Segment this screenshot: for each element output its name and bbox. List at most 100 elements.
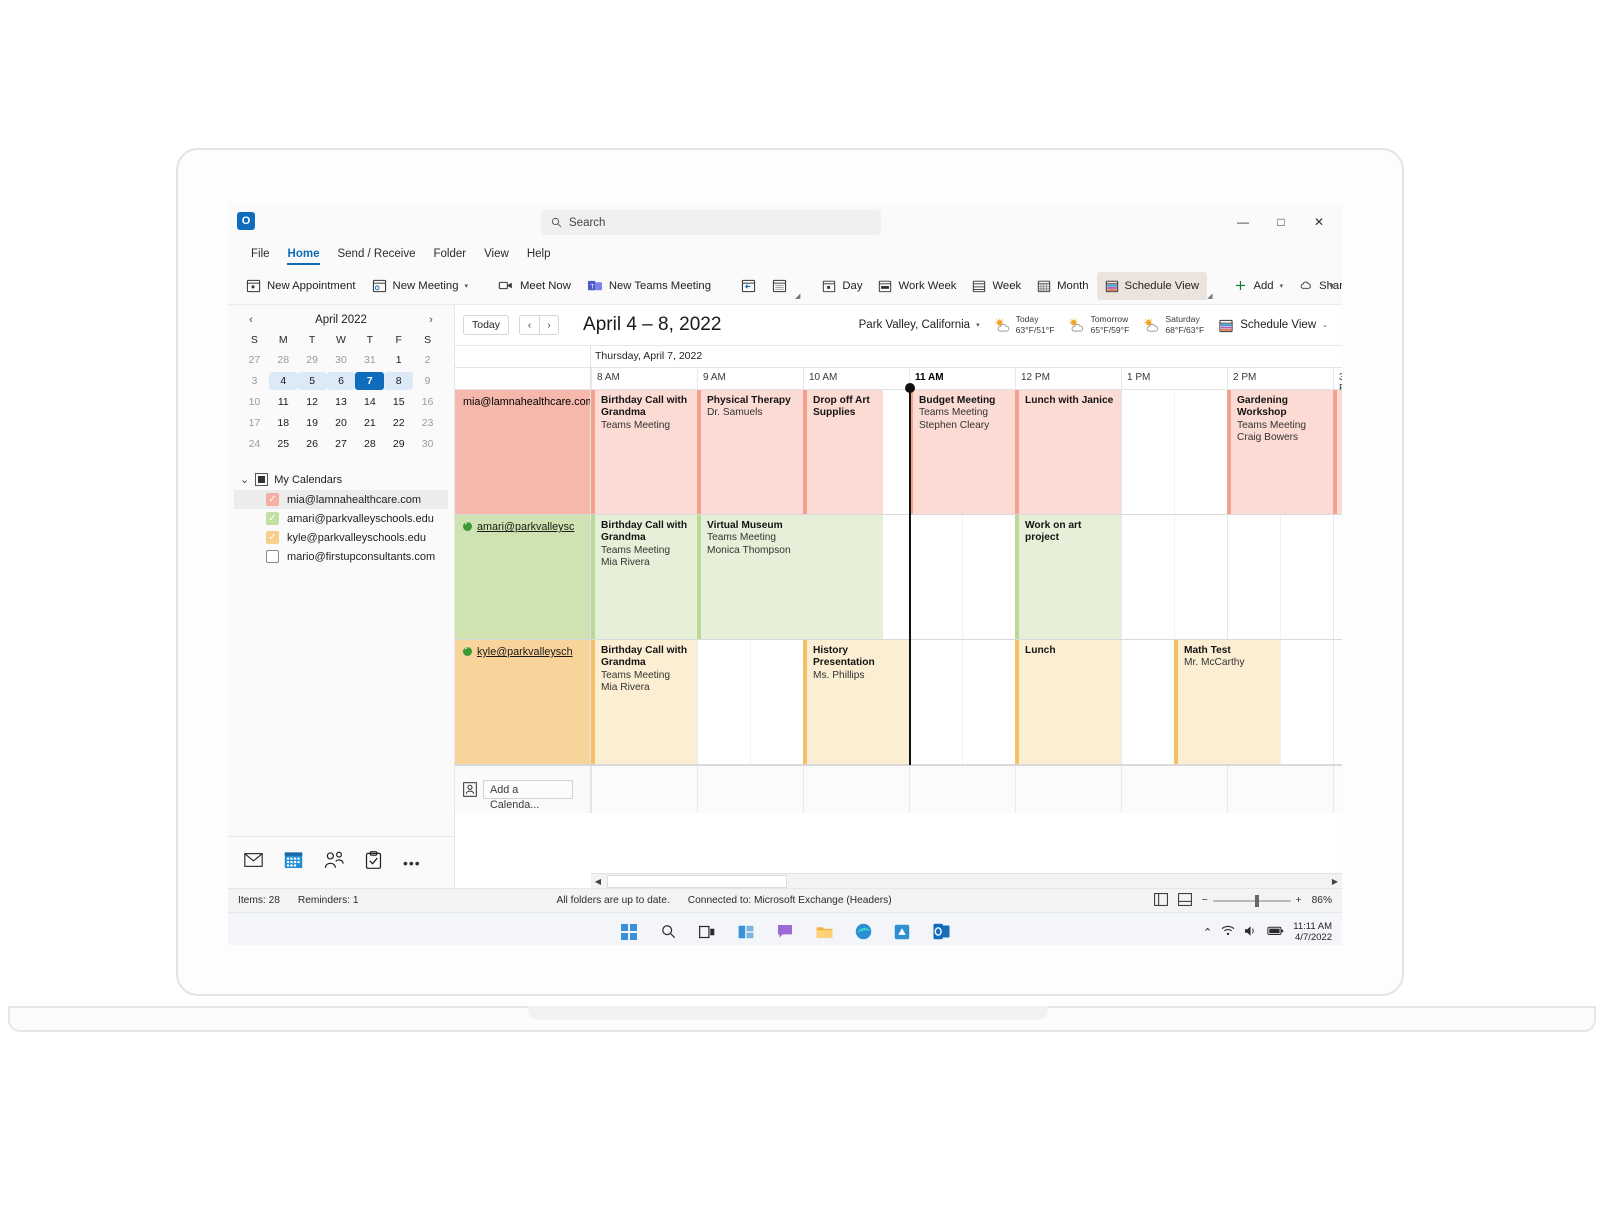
wifi-icon[interactable]: [1221, 925, 1235, 939]
chevron-down-icon[interactable]: ▾: [1280, 282, 1284, 290]
zoom-slider[interactable]: − +: [1202, 894, 1302, 907]
appointment-block[interactable]: Gardening Workshop Teams Meeting Craig Bow…: [1227, 390, 1333, 514]
calendar-list-item-2[interactable]: ✓ kyle@parkvalleyschools.edu: [234, 528, 448, 547]
calendar-list-item-0[interactable]: ✓ mia@lamnahealthcare.com: [234, 490, 448, 509]
today-button[interactable]: Today: [463, 315, 510, 335]
schedule-row-lane[interactable]: Birthday Call with Grandma Teams Meeting P…: [591, 390, 1342, 514]
view-work-week-button[interactable]: Work Week: [870, 272, 964, 300]
start-icon[interactable]: [618, 921, 640, 943]
group-checkbox-icon[interactable]: [255, 473, 269, 486]
zoom-in-button[interactable]: +: [1296, 895, 1302, 906]
scrollbar-thumb[interactable]: [607, 874, 787, 888]
taskbar-clock[interactable]: 11:11 AM 4/7/2022: [1293, 921, 1332, 943]
search-input[interactable]: Search: [541, 210, 881, 235]
horizontal-scrollbar[interactable]: ◀ ▶: [591, 873, 1342, 888]
ribbon-collapse-chevron-icon[interactable]: ▾: [1329, 281, 1334, 292]
mini-calendar-day-26[interactable]: 26: [298, 435, 327, 453]
calendar-icon[interactable]: [284, 851, 303, 874]
weather-tomorrow[interactable]: Tomorrow 65°F/59°F: [1068, 314, 1129, 336]
appointment-block[interactable]: Call Ame: [1333, 390, 1342, 514]
chevron-down-icon[interactable]: ▾: [464, 282, 468, 290]
appointment-block[interactable]: Birthday Call with Grandma Teams Meeting: [591, 390, 697, 514]
mini-calendar-day-31[interactable]: 31: [355, 351, 384, 369]
battery-icon[interactable]: [1267, 926, 1284, 939]
chevron-down-icon[interactable]: ⌄: [240, 473, 249, 486]
view-switcher[interactable]: Schedule View ⌄: [1218, 318, 1328, 333]
calendar-checkbox-icon[interactable]: ✓: [266, 512, 279, 525]
menu-item-home[interactable]: Home: [279, 245, 329, 265]
today-view-button[interactable]: [733, 272, 764, 300]
appointment-block[interactable]: Virtual Museum Teams Meeting Monica Thomps…: [697, 515, 883, 639]
mini-calendar-day-7[interactable]: 7: [355, 372, 385, 390]
file-explorer-icon[interactable]: [813, 921, 835, 943]
mail-icon[interactable]: [244, 853, 263, 872]
minimize-button[interactable]: —: [1224, 208, 1262, 236]
appointment-block[interactable]: Work on art project: [1015, 515, 1121, 639]
calendar-checkbox-icon[interactable]: ✓: [266, 493, 279, 506]
mini-calendar-day-30[interactable]: 30: [413, 435, 442, 453]
meet-now-button[interactable]: Meet Now: [490, 272, 579, 300]
mini-calendar-day-9[interactable]: 9: [413, 372, 442, 390]
view-schedule-button[interactable]: Schedule View: [1096, 271, 1208, 300]
calendar-list-item-3[interactable]: mario@firstupconsultants.com: [234, 547, 448, 566]
close-button[interactable]: ✕: [1300, 208, 1338, 236]
task-view-icon[interactable]: [696, 921, 718, 943]
previous-period-button[interactable]: ‹: [519, 315, 540, 335]
zoom-thumb[interactable]: [1254, 894, 1259, 907]
mini-calendar-next-button[interactable]: ›: [422, 314, 440, 326]
mini-calendar-day-6[interactable]: 6: [326, 372, 356, 390]
menu-item-folder[interactable]: Folder: [424, 245, 475, 263]
mini-calendar-day-27[interactable]: 27: [327, 435, 356, 453]
mini-calendar-day-4[interactable]: 4: [268, 372, 298, 390]
mini-calendar-day-15[interactable]: 15: [384, 393, 413, 411]
add-calendar-button[interactable]: Add ▾: [1226, 272, 1291, 300]
mini-calendar-day-20[interactable]: 20: [327, 414, 356, 432]
schedule-row-label[interactable]: amari@parkvalleysc: [455, 515, 591, 639]
appointment-block[interactable]: Lunch: [1015, 640, 1121, 764]
schedule-row-lane[interactable]: Birthday Call with Grandma Teams Meeting M…: [591, 640, 1342, 764]
arrange-dialog-launcher[interactable]: ◢: [795, 292, 800, 300]
mini-calendar-day-28[interactable]: 28: [269, 351, 298, 369]
menu-item-view[interactable]: View: [475, 245, 518, 263]
mini-calendar-day-22[interactable]: 22: [384, 414, 413, 432]
mini-calendar-day-13[interactable]: 13: [327, 393, 356, 411]
mini-calendar-day-3[interactable]: 3: [240, 372, 269, 390]
scrollbar-track[interactable]: [605, 874, 1328, 889]
calendar-checkbox-icon[interactable]: ✓: [266, 531, 279, 544]
mini-calendar-day-16[interactable]: 16: [413, 393, 442, 411]
menu-item-help[interactable]: Help: [518, 245, 560, 263]
mini-calendar-day-24[interactable]: 24: [240, 435, 269, 453]
normal-view-icon[interactable]: [1153, 892, 1168, 909]
schedule-row-lane[interactable]: Birthday Call with Grandma Teams Meeting M…: [591, 515, 1342, 639]
mini-calendar-day-29[interactable]: 29: [298, 351, 327, 369]
appointment-block[interactable]: Birthday Call with Grandma Teams Meeting M…: [591, 640, 697, 764]
mini-calendar-prev-button[interactable]: ‹: [242, 314, 260, 326]
appointment-block[interactable]: Physical Therapy Dr. Samuels: [697, 390, 803, 514]
share-calendar-button[interactable]: Share ▾: [1291, 272, 1342, 300]
weather-location-selector[interactable]: Park Valley, California ▾: [859, 319, 980, 331]
new-teams-meeting-button[interactable]: T New Teams Meeting: [579, 272, 719, 300]
tray-expand-chevron-icon[interactable]: ⌃: [1203, 926, 1212, 939]
new-appointment-button[interactable]: New Appointment: [238, 272, 364, 300]
mini-calendar-day-21[interactable]: 21: [355, 414, 384, 432]
mini-calendar-day-17[interactable]: 17: [240, 414, 269, 432]
edge-icon[interactable]: [852, 921, 874, 943]
store-icon[interactable]: [891, 921, 913, 943]
mini-calendar-day-14[interactable]: 14: [355, 393, 384, 411]
volume-icon[interactable]: [1244, 925, 1258, 940]
schedule-row-label[interactable]: kyle@parkvalleysch: [455, 640, 591, 764]
maximize-button[interactable]: □: [1262, 208, 1300, 236]
chevron-down-icon[interactable]: ▾: [976, 321, 980, 329]
menu-item-send-receive[interactable]: Send / Receive: [328, 245, 424, 263]
tasks-icon[interactable]: [365, 851, 382, 874]
view-month-button[interactable]: Month: [1029, 272, 1096, 300]
zoom-out-button[interactable]: −: [1202, 895, 1208, 906]
chat-icon[interactable]: [774, 921, 796, 943]
appointment-block[interactable]: History Presentation Ms. Phillips: [803, 640, 909, 764]
mini-calendar-day-23[interactable]: 23: [413, 414, 442, 432]
mini-calendar-day-8[interactable]: 8: [384, 372, 414, 390]
mini-calendar-day-12[interactable]: 12: [298, 393, 327, 411]
appointment-block[interactable]: Budget Meeting Teams Meeting Stephen Clear…: [909, 390, 1015, 514]
schedule-row-label[interactable]: mia@lamnahealthcare.com: [455, 390, 591, 514]
calendar-checkbox-icon[interactable]: [266, 550, 279, 563]
